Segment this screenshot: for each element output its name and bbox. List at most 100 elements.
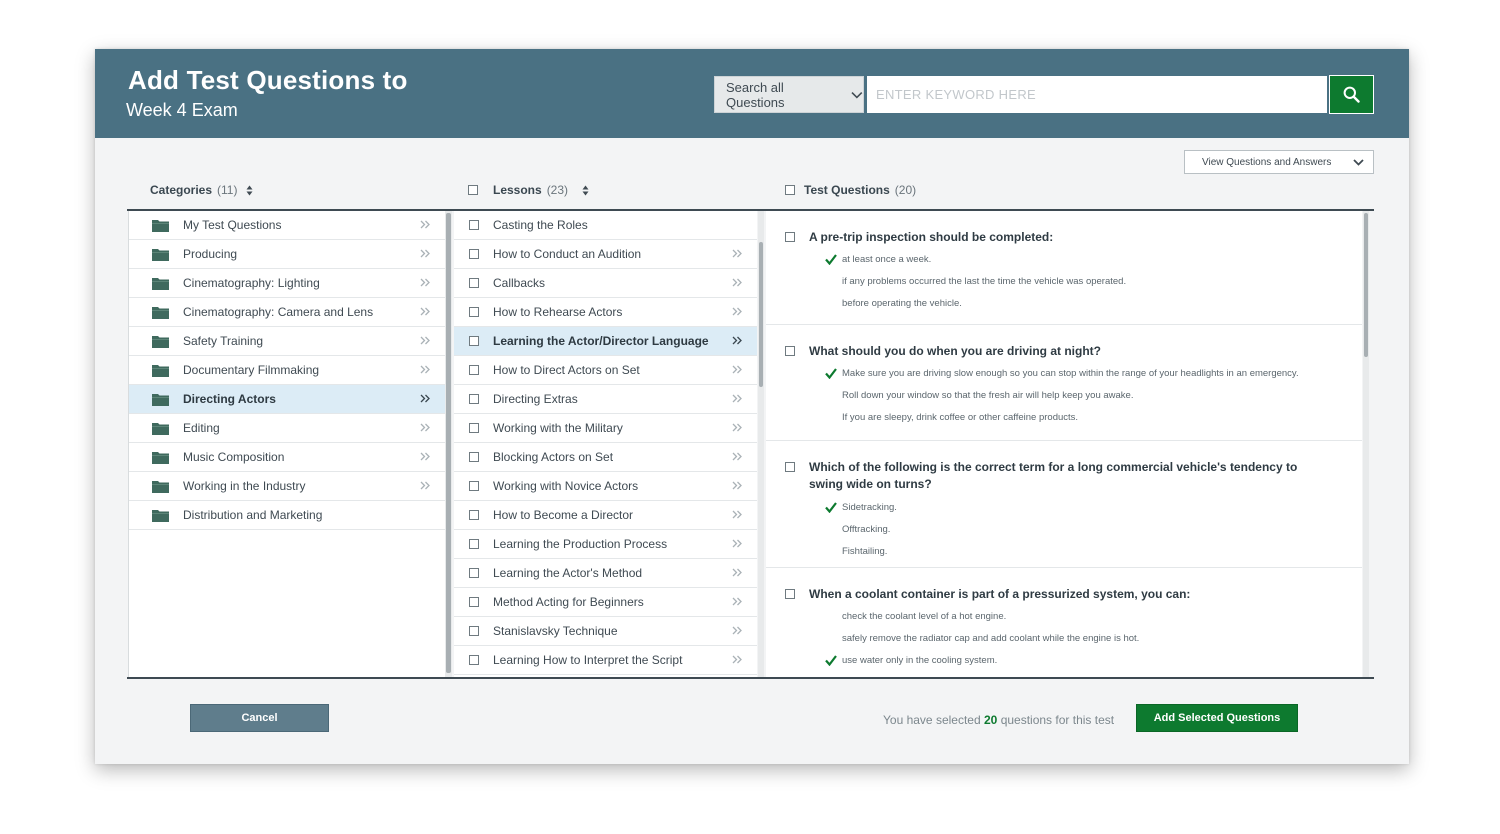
lesson-checkbox[interactable] — [469, 597, 479, 607]
double-chevron-right-icon[interactable] — [420, 278, 431, 287]
double-chevron-right-icon[interactable] — [420, 336, 431, 345]
lesson-checkbox[interactable] — [469, 568, 479, 578]
category-item[interactable]: Directing Actors — [129, 385, 445, 414]
lesson-item[interactable]: How to Direct Actors on Set — [454, 356, 757, 385]
question-checkbox[interactable] — [785, 462, 795, 472]
folder-icon — [152, 219, 169, 232]
category-item[interactable]: My Test Questions — [129, 211, 445, 240]
double-chevron-right-icon[interactable] — [420, 249, 431, 258]
lesson-item[interactable]: Learning the Actor's Method — [454, 559, 757, 588]
category-item[interactable]: Distribution and Marketing — [129, 501, 445, 530]
category-item[interactable]: Music Composition — [129, 443, 445, 472]
add-selected-questions-button[interactable]: Add Selected Questions — [1136, 704, 1298, 732]
lesson-checkbox[interactable] — [469, 452, 479, 462]
double-chevron-right-icon[interactable] — [420, 220, 431, 229]
questions-header: Test Questions (20) — [785, 183, 916, 197]
double-chevron-right-icon[interactable] — [732, 249, 743, 258]
lessons-scroll-thumb[interactable] — [759, 242, 763, 387]
lessons-scrollbar[interactable] — [758, 211, 764, 677]
search-scope-dropdown[interactable]: Search all Questions — [714, 76, 864, 113]
lesson-item[interactable]: How to Conduct an Audition — [454, 240, 757, 269]
double-chevron-right-icon[interactable] — [732, 510, 743, 519]
double-chevron-right-icon[interactable] — [732, 568, 743, 577]
search-button[interactable] — [1329, 75, 1374, 114]
lesson-checkbox[interactable] — [469, 655, 479, 665]
double-chevron-right-icon[interactable] — [732, 278, 743, 287]
category-item[interactable]: Safety Training — [129, 327, 445, 356]
select-all-lessons-checkbox[interactable] — [468, 185, 478, 195]
double-chevron-right-icon[interactable] — [420, 423, 431, 432]
lesson-checkbox[interactable] — [469, 510, 479, 520]
double-chevron-right-icon[interactable] — [732, 539, 743, 548]
lesson-item[interactable]: Learning the Production Process — [454, 530, 757, 559]
sort-icon[interactable] — [582, 185, 589, 196]
select-all-questions-checkbox[interactable] — [785, 185, 795, 195]
lesson-checkbox[interactable] — [469, 307, 479, 317]
double-chevron-right-icon[interactable] — [732, 394, 743, 403]
folder-icon — [152, 480, 169, 493]
lesson-item[interactable]: Blocking Actors on Set — [454, 443, 757, 472]
question-checkbox[interactable] — [785, 232, 795, 242]
double-chevron-right-icon[interactable] — [732, 626, 743, 635]
category-item[interactable]: Working in the Industry — [129, 472, 445, 501]
lesson-checkbox[interactable] — [469, 249, 479, 259]
double-chevron-right-icon[interactable] — [420, 394, 431, 403]
double-chevron-right-icon[interactable] — [732, 481, 743, 490]
category-item[interactable]: Cinematography: Camera and Lens — [129, 298, 445, 327]
lesson-item[interactable]: Casting the Roles — [454, 211, 757, 240]
lesson-checkbox[interactable] — [469, 336, 479, 346]
answer-option: Make sure you are driving slow enough so… — [842, 368, 1299, 379]
question-text: When a coolant container is part of a pr… — [809, 587, 1191, 601]
double-chevron-right-icon[interactable] — [420, 481, 431, 490]
double-chevron-right-icon[interactable] — [732, 365, 743, 374]
double-chevron-right-icon[interactable] — [732, 452, 743, 461]
category-item[interactable]: Cinematography: Lighting — [129, 269, 445, 298]
category-item[interactable]: Documentary Filmmaking — [129, 356, 445, 385]
lesson-item[interactable]: Stanislavsky Technique — [454, 617, 757, 646]
double-chevron-right-icon[interactable] — [732, 336, 743, 345]
lessons-count: (23) — [546, 183, 569, 197]
lesson-checkbox[interactable] — [469, 539, 479, 549]
questions-scrollbar[interactable] — [1363, 211, 1369, 677]
lesson-item[interactable]: Learning How to Interpret the Script — [454, 646, 757, 675]
checkmark-icon — [825, 655, 837, 666]
lesson-checkbox[interactable] — [469, 423, 479, 433]
questions-label: Test Questions — [804, 183, 890, 197]
lesson-item[interactable]: How to Rehearse Actors — [454, 298, 757, 327]
cancel-button[interactable]: Cancel — [190, 704, 329, 732]
double-chevron-right-icon[interactable] — [732, 655, 743, 664]
question-checkbox[interactable] — [785, 346, 795, 356]
lesson-checkbox[interactable] — [469, 220, 479, 230]
category-label: Cinematography: Lighting — [183, 276, 320, 290]
lesson-item[interactable]: Method Acting for Beginners — [454, 588, 757, 617]
categories-scrollbar[interactable] — [445, 211, 452, 677]
view-mode-dropdown[interactable]: View Questions and Answers — [1184, 150, 1374, 174]
lesson-label: Working with the Military — [493, 421, 623, 435]
double-chevron-right-icon[interactable] — [732, 423, 743, 432]
lesson-checkbox[interactable] — [469, 626, 479, 636]
lesson-item[interactable]: Directing Extras — [454, 385, 757, 414]
lesson-item[interactable]: Working with the Military — [454, 414, 757, 443]
question-checkbox[interactable] — [785, 589, 795, 599]
lesson-item[interactable]: Callbacks — [454, 269, 757, 298]
lesson-item[interactable]: How to Become a Director — [454, 501, 757, 530]
selection-prefix: You have selected — [883, 713, 981, 727]
questions-scroll-thumb[interactable] — [1364, 213, 1368, 357]
search-input[interactable] — [867, 76, 1327, 113]
lesson-item[interactable]: Working with Novice Actors — [454, 472, 757, 501]
sort-icon[interactable] — [246, 185, 253, 196]
category-item[interactable]: Producing — [129, 240, 445, 269]
double-chevron-right-icon[interactable] — [732, 307, 743, 316]
double-chevron-right-icon[interactable] — [420, 365, 431, 374]
lesson-item[interactable]: Learning the Actor/Director Language — [454, 327, 757, 356]
lesson-checkbox[interactable] — [469, 278, 479, 288]
category-item[interactable]: Editing — [129, 414, 445, 443]
categories-scroll-thumb[interactable] — [446, 213, 451, 673]
double-chevron-right-icon[interactable] — [420, 307, 431, 316]
lesson-checkbox[interactable] — [469, 365, 479, 375]
lesson-checkbox[interactable] — [469, 481, 479, 491]
double-chevron-right-icon[interactable] — [420, 452, 431, 461]
double-chevron-right-icon[interactable] — [732, 597, 743, 606]
lesson-checkbox[interactable] — [469, 394, 479, 404]
answer-option: at least once a week. — [842, 254, 932, 265]
